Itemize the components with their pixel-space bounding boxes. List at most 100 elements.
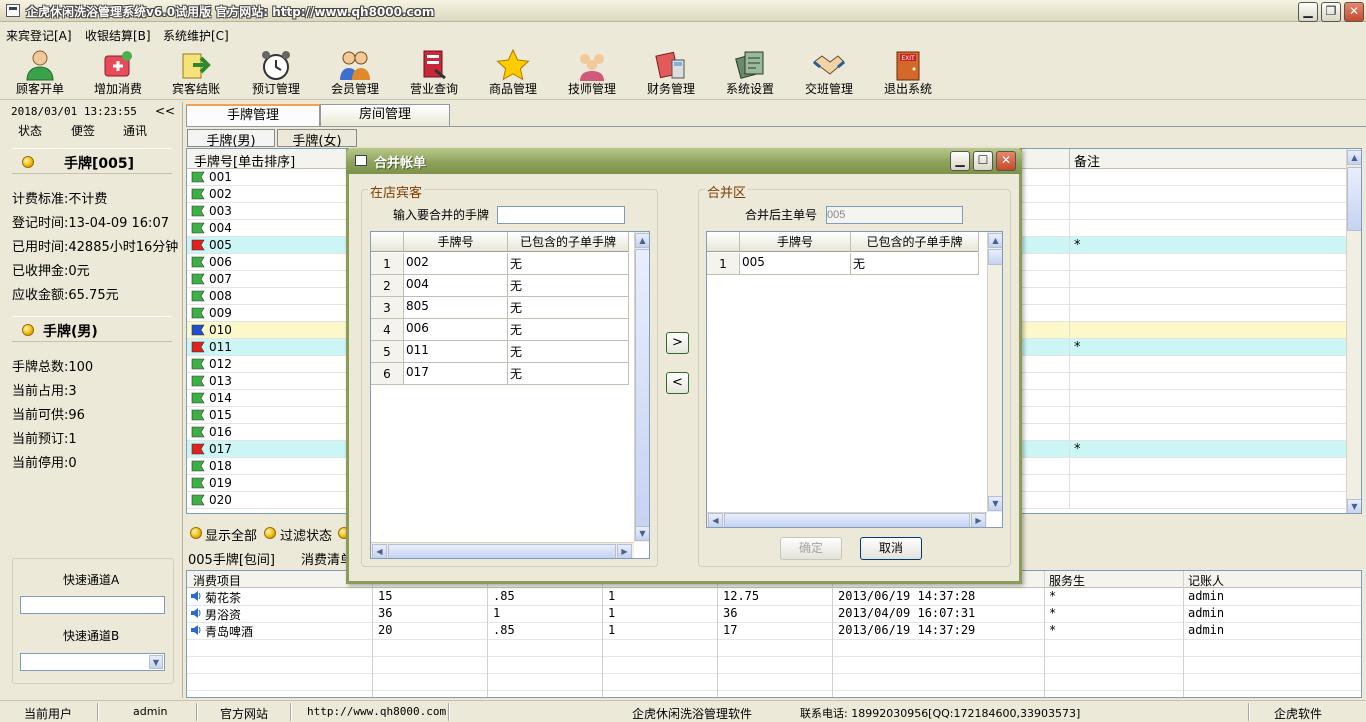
handcard-cell: 004 bbox=[404, 275, 508, 297]
main-bill-input[interactable] bbox=[826, 206, 963, 224]
scroll-down-icon[interactable]: ▼ bbox=[1347, 499, 1361, 513]
table-row[interactable]: 青岛啤酒 20 .85 1 17 2013/06/19 14:37:29 * admin bbox=[187, 622, 1361, 639]
menu-guest-registration[interactable]: 来宾登记[A] bbox=[6, 27, 72, 44]
left-grid-vscroll[interactable]: ▲ ▼ bbox=[634, 232, 649, 542]
cell-item: 青岛啤酒 bbox=[205, 625, 254, 639]
toolbar-settings-button[interactable]: 系统设置 bbox=[712, 46, 788, 98]
toolbar-reservation-button[interactable]: 预订管理 bbox=[238, 46, 314, 98]
move-right-button[interactable]: > bbox=[666, 332, 689, 354]
row-number: 1 bbox=[707, 253, 740, 275]
col-handcard-header[interactable]: 手牌号[单击排序] bbox=[194, 151, 295, 170]
dialog-close-button[interactable]: ✕ bbox=[996, 151, 1016, 171]
remark-cell: * bbox=[1074, 442, 1081, 457]
scroll-right-icon[interactable]: ▶ bbox=[971, 513, 986, 527]
show-all-icon bbox=[190, 527, 202, 539]
handcard-flag-icon bbox=[191, 409, 205, 421]
table-row[interactable]: 菊花茶 15 .85 1 12.75 2013/06/19 14:37:28 * admin bbox=[187, 588, 1361, 605]
handcard-flag-icon bbox=[191, 460, 205, 472]
subtab-male[interactable]: 手牌(男) bbox=[187, 129, 275, 149]
show-all-button[interactable]: 显示全部 bbox=[205, 525, 257, 544]
handcard-number: 001 bbox=[209, 170, 232, 184]
list-item[interactable]: 5 011 无 bbox=[371, 341, 629, 363]
scroll-up-icon[interactable]: ▲ bbox=[988, 233, 1002, 248]
tab-room-management[interactable]: 房间管理 bbox=[320, 104, 450, 126]
handcard-flag-icon bbox=[191, 494, 205, 506]
tab-contacts[interactable]: 通讯 bbox=[123, 122, 147, 139]
scroll-left-icon[interactable]: ◀ bbox=[708, 513, 723, 527]
col-recorder-header: 记账人 bbox=[1188, 574, 1225, 588]
handcard-number: 004 bbox=[209, 221, 232, 235]
merge-handcard-input[interactable] bbox=[497, 206, 625, 224]
quick-a-input[interactable] bbox=[20, 596, 165, 614]
app-icon bbox=[6, 4, 20, 17]
scroll-left-icon[interactable]: ◀ bbox=[372, 544, 387, 558]
toolbar-technician-button[interactable]: 技师管理 bbox=[554, 46, 630, 98]
list-item[interactable]: 6 017 无 bbox=[371, 363, 629, 385]
left-grid-hscroll[interactable]: ◀ ▶ bbox=[371, 542, 634, 558]
move-left-button[interactable]: < bbox=[666, 372, 689, 394]
tab-notes[interactable]: 便签 bbox=[71, 122, 95, 139]
table-row[interactable]: 男浴资 36 1 1 36 2013/04/09 16:07:31 * admin bbox=[187, 605, 1361, 622]
toolbar-member-button[interactable]: 会员管理 bbox=[317, 46, 393, 98]
business-query-icon bbox=[423, 50, 446, 80]
dialog-icon bbox=[355, 155, 367, 166]
scroll-thumb[interactable] bbox=[724, 513, 970, 527]
dialog-minimize-button[interactable]: ▁ bbox=[950, 151, 970, 171]
scroll-down-icon[interactable]: ▼ bbox=[988, 496, 1002, 511]
sub-cards-cell: 无 bbox=[508, 297, 629, 319]
menu-maintenance[interactable]: 系统维护[C] bbox=[163, 27, 229, 44]
subtab-female[interactable]: 手牌(女) bbox=[277, 129, 357, 149]
toolbar-goods-button[interactable]: 商品管理 bbox=[475, 46, 551, 98]
scroll-thumb[interactable] bbox=[388, 544, 616, 558]
handcard-flag-icon bbox=[191, 426, 205, 438]
list-item[interactable]: 2 004 无 bbox=[371, 275, 629, 297]
scroll-up-icon[interactable]: ▲ bbox=[635, 233, 649, 248]
menu-cashier[interactable]: 收银结算[B] bbox=[85, 27, 151, 44]
cell-waiter: * bbox=[1049, 623, 1057, 637]
cell-amount: 17 bbox=[723, 623, 738, 637]
cell-recorder: admin bbox=[1188, 606, 1225, 620]
toolbar-business-query-button[interactable]: 营业查询 bbox=[396, 46, 472, 98]
right-grid-vscroll[interactable]: ▲ ▼ bbox=[987, 232, 1002, 512]
quick-b-select[interactable]: ▼ bbox=[20, 653, 165, 671]
datetime-label: 2018/03/01 13:23:55 bbox=[11, 105, 137, 118]
collapse-button[interactable]: << bbox=[155, 104, 175, 118]
cell-recorder: admin bbox=[1188, 623, 1225, 637]
cell-time: 2013/06/19 14:37:28 bbox=[838, 589, 976, 603]
toolbar-finance-button[interactable]: 财务管理 bbox=[633, 46, 709, 98]
scroll-thumb[interactable] bbox=[988, 249, 1002, 265]
toolbar-open-bill-button[interactable]: 顾客开单 bbox=[2, 46, 78, 98]
col-item-header: 消费项目 bbox=[193, 574, 242, 588]
ok-button[interactable]: 确定 bbox=[780, 537, 842, 560]
tab-status[interactable]: 状态 bbox=[18, 122, 42, 139]
scroll-thumb[interactable] bbox=[1347, 167, 1361, 231]
toolbar-add-consumption-button[interactable]: 增加消费 bbox=[80, 46, 156, 98]
toolbar-exit-button[interactable]: EXIT 退出系统 bbox=[870, 46, 946, 98]
list-item[interactable]: 1 002 无 bbox=[371, 253, 629, 275]
list-item[interactable]: 4 006 无 bbox=[371, 319, 629, 341]
restore-button[interactable]: ❐ bbox=[1321, 2, 1341, 22]
toolbar-checkout-button[interactable]: 宾客结账 bbox=[158, 46, 234, 98]
scroll-right-icon[interactable]: ▶ bbox=[617, 544, 632, 558]
dialog-maximize-button[interactable]: ☐ bbox=[973, 151, 993, 171]
right-grid-hscroll[interactable]: ◀ ▶ bbox=[707, 512, 987, 527]
list-item[interactable]: 1 005 无 bbox=[707, 253, 979, 275]
scroll-up-icon[interactable]: ▲ bbox=[1347, 150, 1361, 165]
tab-handcard-management[interactable]: 手牌管理 bbox=[186, 104, 320, 127]
status-site-link[interactable]: http://www.qh8000.com bbox=[307, 705, 446, 718]
grid-scrollbar[interactable]: ▲ ▼ bbox=[1346, 149, 1361, 513]
handcard-flag-icon bbox=[191, 307, 205, 319]
chevron-down-icon[interactable]: ▼ bbox=[149, 655, 163, 669]
col-remark-header[interactable]: 备注 bbox=[1074, 151, 1100, 170]
handcard-flag-icon bbox=[191, 443, 205, 455]
scroll-thumb[interactable] bbox=[635, 249, 649, 529]
row-number-header bbox=[371, 232, 404, 252]
remark-cell: * bbox=[1074, 238, 1081, 253]
cancel-button[interactable]: 取消 bbox=[860, 537, 922, 560]
scroll-down-icon[interactable]: ▼ bbox=[635, 526, 649, 541]
filter-button[interactable]: 过滤状态 bbox=[280, 525, 332, 544]
list-item[interactable]: 3 805 无 bbox=[371, 297, 629, 319]
minimize-button[interactable]: ▁ bbox=[1298, 2, 1318, 22]
close-button[interactable]: ✕ bbox=[1344, 2, 1364, 22]
toolbar-shift-button[interactable]: 交班管理 bbox=[791, 46, 867, 98]
